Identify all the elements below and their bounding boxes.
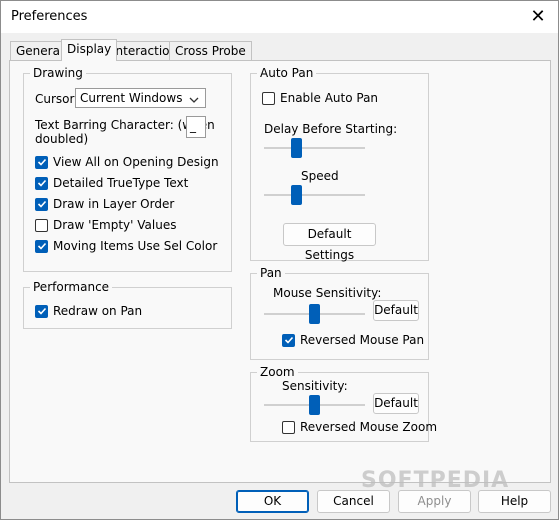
option-detailed-truetype[interactable]: Detailed TrueType Text: [35, 175, 188, 191]
auto-pan-group-title: Auto Pan: [257, 66, 317, 80]
option-label: Reversed Mouse Pan: [300, 333, 425, 347]
pan-group: Pan Mouse Sensitivity: Default Reversed …: [250, 266, 429, 360]
mouse-sensitivity-label: Mouse Sensitivity:: [273, 286, 382, 300]
preferences-dialog: Preferences ✕ General Display Interactio…: [0, 0, 559, 520]
drawing-group: Drawing Cursor: Current Windows Text Bar…: [23, 66, 232, 272]
pan-group-title: Pan: [257, 266, 285, 280]
option-label: Draw in Layer Order: [53, 197, 175, 211]
performance-group-title: Performance: [30, 280, 113, 294]
drawing-group-title: Drawing: [30, 66, 86, 80]
text-barring-label-2: doubled): [35, 132, 89, 146]
slider-thumb[interactable]: [291, 185, 302, 205]
chevron-down-icon: [189, 92, 199, 110]
speed-label: Speed: [301, 169, 339, 183]
slider-thumb[interactable]: [291, 138, 302, 158]
display-tab-pane: Drawing Cursor: Current Windows Text Bar…: [9, 60, 551, 483]
zoom-group: Zoom Sensitivity: Default Reversed Mouse…: [250, 365, 437, 442]
option-label: Detailed TrueType Text: [53, 176, 189, 190]
option-label: Draw 'Empty' Values: [53, 218, 177, 232]
option-label: Reversed Mouse Zoom: [300, 420, 438, 434]
option-draw-layer-order[interactable]: Draw in Layer Order: [35, 196, 174, 212]
default-settings-button[interactable]: Default Settings: [283, 223, 376, 262]
ok-button[interactable]: OK: [236, 490, 309, 513]
auto-pan-group: Auto Pan Enable Auto Pan Delay Before St…: [250, 66, 429, 262]
option-reversed-mouse-pan[interactable]: Reversed Mouse Pan: [282, 332, 424, 348]
option-label: Moving Items Use Sel Color: [53, 239, 218, 253]
option-label: Redraw on Pan: [53, 304, 143, 318]
checkbox-checked-icon: [35, 304, 48, 318]
checkbox-checked-icon: [35, 239, 48, 253]
zoom-group-title: Zoom: [257, 365, 298, 379]
option-reversed-mouse-zoom[interactable]: Reversed Mouse Zoom: [282, 419, 437, 435]
title-bar: Preferences ✕: [1, 1, 558, 33]
apply-button[interactable]: Apply: [398, 490, 471, 513]
pan-default-button[interactable]: Default: [373, 300, 419, 321]
close-icon[interactable]: ✕: [526, 5, 550, 29]
tab-display[interactable]: Display: [61, 39, 118, 61]
option-label: Enable Auto Pan: [280, 91, 379, 105]
cursor-label: Cursor:: [35, 92, 79, 106]
option-label: View All on Opening Design: [53, 155, 219, 169]
zoom-sensitivity-slider[interactable]: [264, 395, 365, 415]
option-moving-items-sel-color[interactable]: Moving Items Use Sel Color: [35, 238, 217, 254]
speed-slider[interactable]: [264, 185, 365, 205]
delay-label: Delay Before Starting:: [264, 122, 398, 136]
zoom-sensitivity-label: Sensitivity:: [282, 379, 348, 393]
checkbox-checked-icon: [35, 197, 48, 211]
option-redraw-on-pan[interactable]: Redraw on Pan: [35, 303, 142, 319]
cancel-button[interactable]: Cancel: [317, 490, 390, 513]
slider-thumb[interactable]: [309, 304, 320, 324]
delay-slider[interactable]: [264, 138, 365, 158]
tab-cross-probe[interactable]: Cross Probe: [169, 41, 252, 60]
option-draw-empty-values[interactable]: Draw 'Empty' Values: [35, 217, 176, 233]
checkbox-checked-icon: [35, 176, 48, 190]
cursor-select[interactable]: Current Windows: [75, 88, 206, 108]
option-enable-auto-pan[interactable]: Enable Auto Pan: [262, 90, 378, 106]
checkbox-unchecked-icon: [282, 420, 295, 434]
checkbox-unchecked-icon: [35, 218, 48, 232]
checkbox-unchecked-icon: [262, 91, 275, 105]
window-title: Preferences: [11, 9, 88, 24]
cursor-select-value: Current Windows: [80, 91, 183, 105]
pan-sensitivity-slider[interactable]: [264, 304, 365, 324]
checkbox-checked-icon: [35, 155, 48, 169]
text-barring-input[interactable]: _: [186, 116, 206, 138]
help-button[interactable]: Help: [478, 490, 551, 513]
zoom-default-button[interactable]: Default: [373, 393, 419, 414]
slider-thumb[interactable]: [309, 395, 320, 415]
checkbox-checked-icon: [282, 333, 295, 347]
performance-group: Performance Redraw on Pan: [23, 280, 232, 329]
option-view-all[interactable]: View All on Opening Design: [35, 154, 219, 170]
